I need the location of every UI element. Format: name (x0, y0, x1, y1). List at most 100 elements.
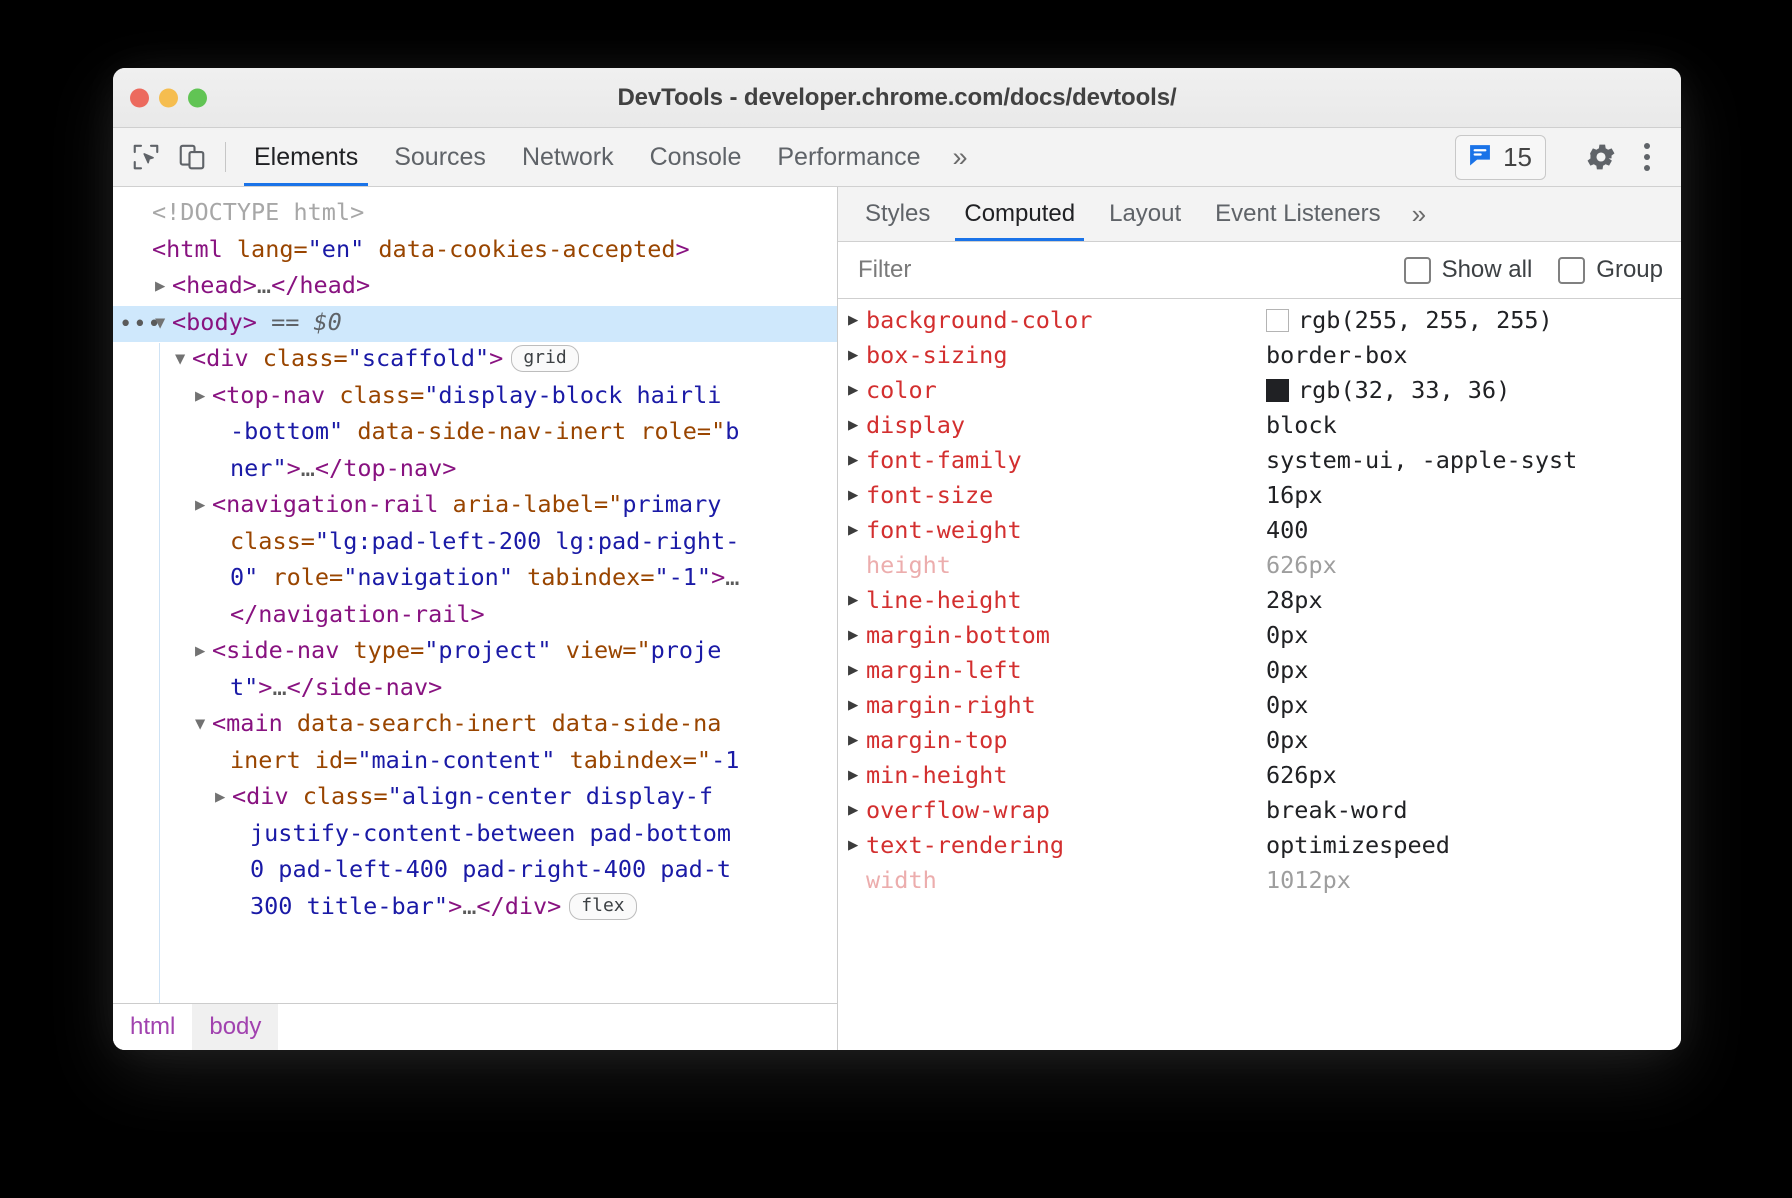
tab-event-listeners[interactable]: Event Listeners (1198, 187, 1397, 241)
show-all-checkbox[interactable]: Show all (1404, 256, 1533, 284)
expand-triangle-icon[interactable] (195, 489, 212, 523)
issues-counter-button[interactable]: 15 (1455, 135, 1546, 180)
property-name[interactable]: font-size (866, 478, 1266, 513)
computed-property-row[interactable]: ▶colorrgb(32, 33, 36) (838, 373, 1681, 408)
property-name[interactable]: height (866, 548, 1266, 583)
computed-property-row[interactable]: ▶font-familysystem-ui, -apple-syst (838, 443, 1681, 478)
expand-triangle-icon[interactable]: ▶ (838, 828, 866, 863)
computed-property-row[interactable]: height626px (838, 548, 1681, 583)
expand-triangle-icon[interactable] (195, 380, 212, 414)
expand-triangle-icon[interactable]: ▶ (838, 758, 866, 793)
computed-property-row[interactable]: ▶min-height626px (838, 758, 1681, 793)
property-name[interactable]: margin-top (866, 723, 1266, 758)
expand-triangle-icon[interactable]: ▶ (838, 373, 866, 408)
color-swatch[interactable] (1266, 309, 1289, 332)
expand-triangle-icon[interactable]: ▶ (838, 583, 866, 618)
collapse-triangle-icon[interactable] (195, 708, 212, 742)
tab-layout[interactable]: Layout (1092, 187, 1198, 241)
computed-property-row[interactable]: ▶background-colorrgb(255, 255, 255) (838, 303, 1681, 338)
dom-node[interactable]: <html lang="en" data-cookies-accepted> (113, 233, 837, 270)
dom-node[interactable]: class="lg:pad-left-200 lg:pad-right- (113, 525, 837, 562)
dom-node[interactable]: <top-nav class="display-block hairli (113, 379, 837, 416)
property-name[interactable]: display (866, 408, 1266, 443)
expand-triangle-icon[interactable]: ▶ (838, 618, 866, 653)
property-name[interactable]: background-color (866, 303, 1266, 338)
expand-triangle-icon[interactable]: ▶ (838, 513, 866, 548)
expand-triangle-icon[interactable] (195, 635, 212, 669)
dom-node[interactable]: -bottom" data-side-nav-inert role="b (113, 415, 837, 452)
layout-badge-flex[interactable]: flex (569, 893, 636, 920)
expand-triangle-icon[interactable]: ▶ (838, 688, 866, 723)
property-name[interactable]: line-height (866, 583, 1266, 618)
dom-node[interactable]: <div class="align-center display-f (113, 780, 837, 817)
computed-property-row[interactable]: ▶margin-top0px (838, 723, 1681, 758)
computed-property-row[interactable]: ▶margin-left0px (838, 653, 1681, 688)
property-name[interactable]: margin-left (866, 653, 1266, 688)
tab-network[interactable]: Network (504, 128, 632, 186)
tab-styles[interactable]: Styles (848, 187, 947, 241)
property-name[interactable]: box-sizing (866, 338, 1266, 373)
property-name[interactable]: width (866, 863, 1266, 898)
computed-property-row[interactable]: ▶displayblock (838, 408, 1681, 443)
computed-property-row[interactable]: ▶margin-right0px (838, 688, 1681, 723)
property-name[interactable]: margin-bottom (866, 618, 1266, 653)
color-swatch[interactable] (1266, 379, 1289, 402)
dom-node[interactable]: <side-nav type="project" view="proje (113, 634, 837, 671)
dom-node[interactable]: inert id="main-content" tabindex="-1 (113, 744, 837, 781)
tab-elements[interactable]: Elements (236, 128, 376, 186)
expand-triangle-icon[interactable]: ▶ (838, 723, 866, 758)
filter-input[interactable] (858, 256, 1378, 284)
dom-node[interactable]: <main data-search-inert data-side-na (113, 707, 837, 744)
dom-node[interactable]: </navigation-rail> (113, 598, 837, 635)
expand-triangle-icon[interactable]: ▶ (838, 303, 866, 338)
minimize-window-button[interactable] (159, 88, 178, 107)
expand-triangle-icon[interactable]: ▶ (838, 478, 866, 513)
expand-triangle-icon[interactable]: ▶ (838, 443, 866, 478)
breadcrumb-item-html[interactable]: html (113, 1004, 192, 1050)
computed-properties-list[interactable]: ▶background-colorrgb(255, 255, 255)▶box-… (838, 299, 1681, 1050)
dom-node[interactable]: <navigation-rail aria-label="primary (113, 488, 837, 525)
dom-node-selected[interactable]: •••<body> == $0 (113, 306, 837, 343)
dom-node[interactable]: justify-content-between pad-bottom (113, 817, 837, 854)
expand-triangle-icon[interactable]: ▶ (838, 653, 866, 688)
computed-property-row[interactable]: ▶line-height28px (838, 583, 1681, 618)
close-window-button[interactable] (130, 88, 149, 107)
computed-property-row[interactable]: ▶font-weight400 (838, 513, 1681, 548)
zoom-window-button[interactable] (188, 88, 207, 107)
dom-tree[interactable]: <!DOCTYPE html><html lang="en" data-cook… (113, 187, 837, 1003)
collapse-triangle-icon[interactable] (155, 307, 172, 341)
property-name[interactable]: color (866, 373, 1266, 408)
more-options-icon[interactable] (1627, 133, 1667, 181)
expand-triangle-icon[interactable] (215, 781, 232, 815)
group-checkbox[interactable]: Group (1558, 256, 1663, 284)
tab-computed[interactable]: Computed (947, 187, 1092, 241)
more-panels-chevron-icon[interactable]: » (938, 128, 981, 186)
device-toolbar-icon[interactable] (169, 128, 215, 186)
dom-node[interactable]: <div class="scaffold">grid (113, 342, 837, 379)
property-name[interactable]: overflow-wrap (866, 793, 1266, 828)
computed-property-row[interactable]: ▶margin-bottom0px (838, 618, 1681, 653)
more-sidebar-tabs-chevron-icon[interactable]: » (1398, 187, 1440, 241)
tab-performance[interactable]: Performance (759, 128, 938, 186)
collapse-triangle-icon[interactable] (175, 343, 192, 377)
computed-property-row[interactable]: ▶box-sizingborder-box (838, 338, 1681, 373)
inspect-element-icon[interactable] (123, 128, 169, 186)
computed-property-row[interactable]: ▶font-size16px (838, 478, 1681, 513)
computed-property-row[interactable]: width1012px (838, 863, 1681, 898)
property-name[interactable]: min-height (866, 758, 1266, 793)
computed-property-row[interactable]: ▶overflow-wrapbreak-word (838, 793, 1681, 828)
property-name[interactable]: margin-right (866, 688, 1266, 723)
dom-node[interactable]: 0 pad-left-400 pad-right-400 pad-t (113, 853, 837, 890)
dom-node[interactable]: t">…</side-nav> (113, 671, 837, 708)
breadcrumb-item-body[interactable]: body (192, 1004, 278, 1050)
expand-triangle-icon[interactable]: ▶ (838, 408, 866, 443)
dom-node[interactable]: 300 title-bar">…</div>flex (113, 890, 837, 927)
dom-node[interactable]: 0" role="navigation" tabindex="-1">… (113, 561, 837, 598)
property-name[interactable]: font-family (866, 443, 1266, 478)
dom-node[interactable]: <!DOCTYPE html> (113, 196, 837, 233)
tab-console[interactable]: Console (632, 128, 760, 186)
layout-badge-grid[interactable]: grid (511, 345, 578, 372)
dom-node[interactable]: ner">…</top-nav> (113, 452, 837, 489)
expand-triangle-icon[interactable]: ▶ (838, 338, 866, 373)
expand-triangle-icon[interactable] (155, 270, 172, 304)
